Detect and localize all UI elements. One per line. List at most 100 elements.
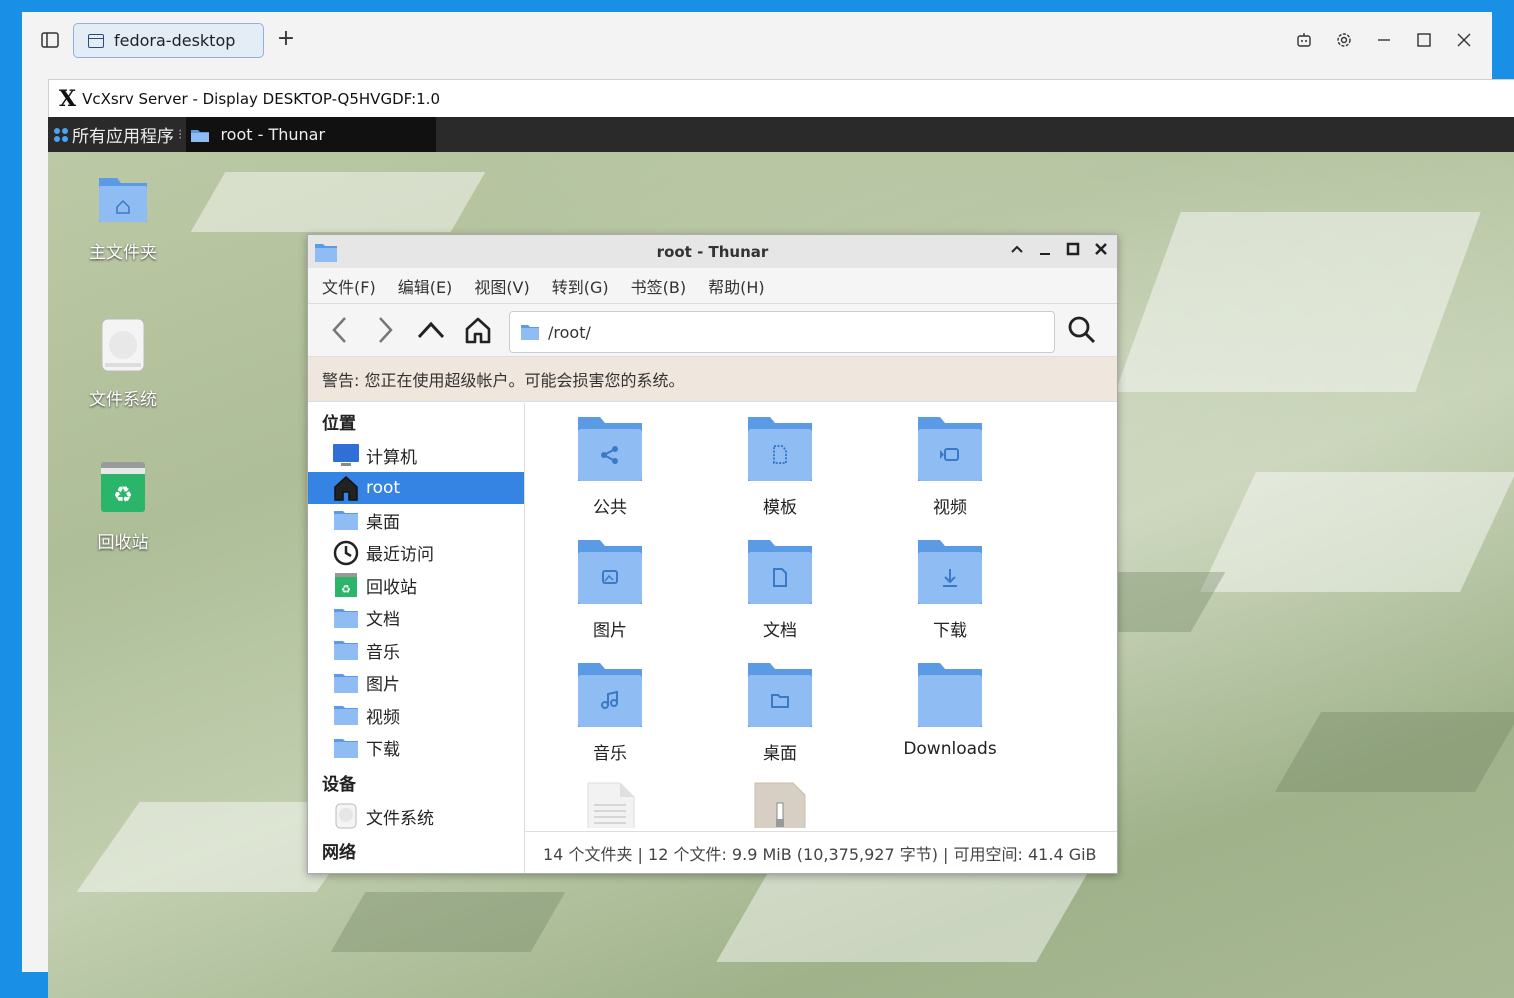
x-logo-icon: X — [59, 85, 77, 112]
downloads-folder-icon — [918, 540, 982, 604]
search-button[interactable] — [1067, 314, 1097, 346]
location-path: /root/ — [548, 322, 591, 342]
folder-icon — [191, 129, 210, 142]
desktop-icon-trash[interactable]: ♻ 回收站 — [68, 460, 178, 553]
file-item-downloads-cn[interactable]: 下载 — [885, 538, 1015, 641]
sidebar-item-downloads[interactable]: 下载 — [308, 732, 524, 765]
file-item-videos[interactable]: 视频 — [885, 415, 1015, 518]
host-tabbar: fedora-desktop + — [22, 12, 1492, 68]
file-item-templates[interactable]: 模板 — [715, 415, 845, 518]
back-button[interactable] — [325, 314, 355, 346]
sidebar-item-label: 文件系统 — [366, 808, 434, 829]
file-item-label: 音乐 — [593, 744, 627, 764]
home-button[interactable] — [463, 314, 493, 346]
sidebar-item-root[interactable]: root — [308, 471, 524, 504]
file-view: 公共 模板 视频 图片 文档 下载 音乐 桌面 Downloads 14 个文件… — [525, 403, 1117, 873]
shade-button[interactable] — [1009, 241, 1025, 261]
pictures-folder-icon — [334, 673, 358, 693]
sidebar-item-documents[interactable]: 文档 — [308, 602, 524, 635]
menu-go[interactable]: 转到(G) — [552, 274, 609, 298]
file-item-pictures[interactable]: 图片 — [545, 538, 675, 641]
file-item-music[interactable]: 音乐 — [545, 661, 675, 764]
close-icon — [1095, 243, 1107, 255]
close-button[interactable] — [1093, 241, 1109, 261]
icon-grid: 公共 模板 视频 图片 文档 下载 音乐 桌面 Downloads — [525, 403, 1117, 828]
file-item-archive[interactable] — [715, 781, 845, 828]
file-item-public[interactable]: 公共 — [545, 415, 675, 518]
settings-button[interactable] — [1334, 30, 1354, 50]
vcxsrv-window: X VcXsrv Server - Display DESKTOP-Q5HVGD… — [48, 79, 1514, 998]
sidebar-item-label: 桌面 — [366, 512, 400, 533]
file-item-label: 模板 — [763, 498, 797, 518]
sidebar-header-places: 位置 — [322, 413, 356, 434]
maximize-button[interactable] — [1065, 241, 1081, 261]
home-folder-icon — [521, 325, 539, 340]
maximize-icon — [1066, 242, 1080, 256]
sidebar-item-filesystem[interactable]: 文件系统 — [308, 800, 524, 833]
sidebar-item-music[interactable]: 音乐 — [308, 634, 524, 667]
maximize-button[interactable] — [1414, 30, 1434, 50]
desktop: 主文件夹 文件系统 ♻ 回收站 root - Thunar 文件(F) 编辑(E… — [48, 152, 1514, 998]
taskbar-button-thunar[interactable]: root - Thunar — [186, 117, 437, 152]
sidebar-item-pictures[interactable]: 图片 — [308, 667, 524, 700]
desktop-icon-label: 回收站 — [97, 533, 149, 553]
close-icon — [1457, 33, 1471, 47]
menu-file[interactable]: 文件(F) — [322, 274, 376, 298]
sidebar-header-devices: 设备 — [322, 774, 356, 795]
sidebar-item-trash[interactable]: ♻ 回收站 — [308, 569, 524, 602]
thunar-titlebar[interactable]: root - Thunar — [308, 235, 1117, 268]
minimize-icon — [1378, 39, 1390, 41]
sidebar-item-videos[interactable]: 视频 — [308, 699, 524, 732]
gear-icon — [1337, 33, 1351, 47]
desktop-icon-label: 文件系统 — [89, 390, 157, 410]
sidebar-item-label: 视频 — [366, 707, 400, 728]
new-tab-button[interactable]: + — [276, 28, 296, 50]
desktop-icon-home[interactable]: 主文件夹 — [68, 174, 178, 263]
xfce-panel: 所有应用程序 ⁝ root - Thunar — [48, 117, 1514, 152]
window-title: root - Thunar — [656, 242, 769, 261]
toolbar: /root/ — [308, 304, 1117, 356]
sidebar-item-computer[interactable]: 计算机 — [308, 439, 524, 472]
folder-icon — [918, 663, 982, 727]
sidebar-item-desktop[interactable]: 桌面 — [308, 504, 524, 537]
status-bar: 14 个文件夹 | 12 个文件: 9.9 MiB (10,375,927 字节… — [525, 831, 1117, 873]
videos-folder-icon — [918, 417, 982, 481]
file-item-label: Downloads — [903, 739, 997, 759]
menu-bookmarks[interactable]: 书签(B) — [631, 274, 686, 298]
menu-view[interactable]: 视图(V) — [474, 274, 529, 298]
sidebar-item-label: 文档 — [366, 610, 400, 631]
sidebar-item-recent[interactable]: 最近访问 — [308, 537, 524, 570]
thunar-window: root - Thunar 文件(F) 编辑(E) 视图(V) 转到(G) 书签… — [307, 234, 1118, 874]
chevron-up-icon — [417, 321, 445, 339]
sidebar-toggle-button[interactable] — [40, 30, 60, 50]
file-item-label: 图片 — [593, 621, 627, 641]
parent-folder-button[interactable] — [416, 314, 446, 346]
host-tab[interactable]: fedora-desktop — [73, 23, 264, 58]
host-tab-label: fedora-desktop — [114, 31, 236, 50]
menu-help[interactable]: 帮助(H) — [708, 274, 765, 298]
music-folder-icon — [334, 641, 358, 661]
file-item-desktop[interactable]: 桌面 — [715, 661, 845, 764]
close-button[interactable] — [1454, 30, 1474, 50]
location-bar[interactable]: /root/ — [509, 311, 1055, 353]
svg-text:♻: ♻ — [113, 483, 133, 508]
copilot-button[interactable] — [1294, 30, 1314, 50]
sidebar-item-label: 下载 — [366, 740, 400, 761]
file-item-downloads[interactable]: Downloads — [885, 661, 1015, 759]
home-folder-icon — [99, 178, 147, 222]
sidebar-item-label: 最近访问 — [366, 545, 434, 566]
menu-edit[interactable]: 编辑(E) — [398, 274, 453, 298]
forward-button[interactable] — [370, 314, 400, 346]
sidebar: 位置 计算机 root 桌面 最近访问 ♻ 回收站 文档 音乐 图片 视频 下载… — [308, 403, 525, 873]
file-item-documents[interactable]: 文档 — [715, 538, 845, 641]
sidebar-item-label: root — [366, 477, 401, 498]
chevron-left-icon — [332, 317, 346, 343]
desktop-icon-filesystem[interactable]: 文件系统 — [68, 317, 178, 410]
minimize-button[interactable] — [1037, 241, 1053, 261]
minimize-button[interactable] — [1374, 30, 1394, 50]
applications-menu-button[interactable]: 所有应用程序 ⁝ — [48, 117, 186, 152]
vcxsrv-titlebar[interactable]: X VcXsrv Server - Display DESKTOP-Q5HVGD… — [48, 79, 1514, 117]
file-item-label: 公共 — [593, 498, 627, 518]
file-item-label: 桌面 — [763, 744, 797, 764]
file-item-text[interactable] — [545, 781, 675, 828]
